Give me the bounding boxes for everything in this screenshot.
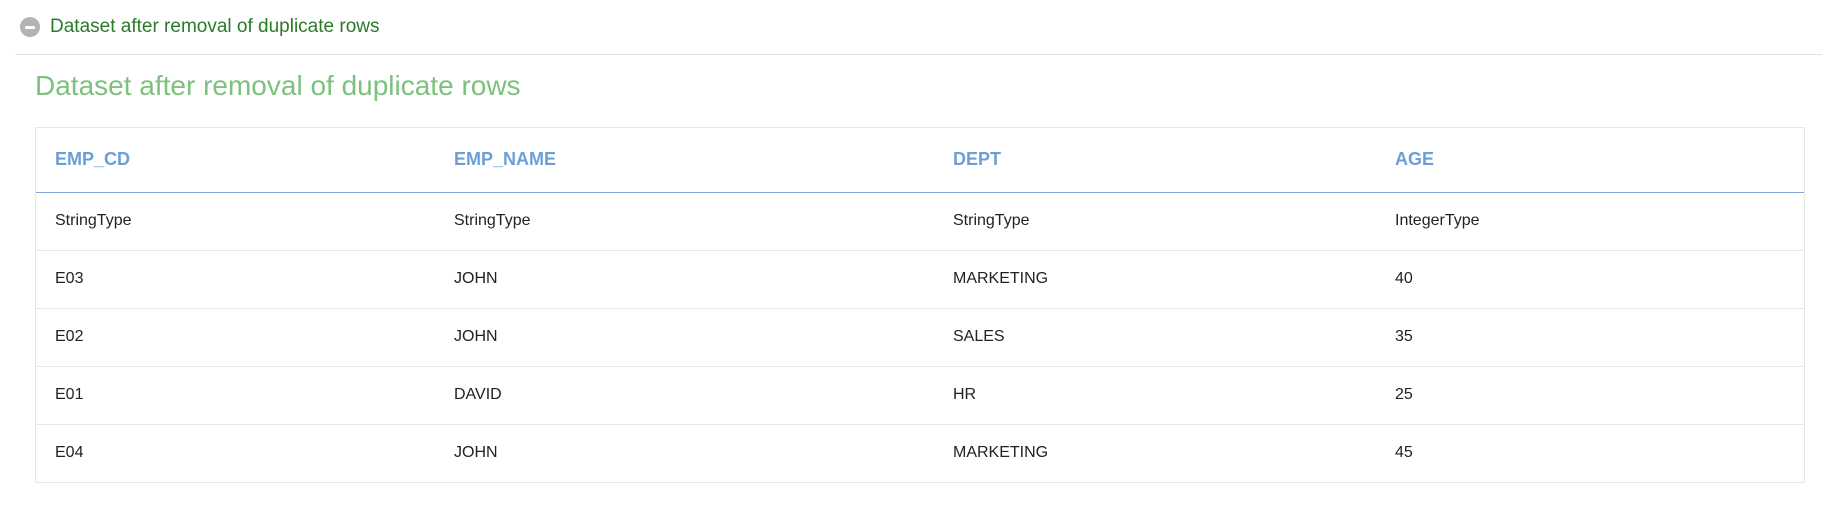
table-cell: SALES [934,308,1376,367]
table-cell: MARKETING [953,444,1049,462]
section-header-label[interactable]: Dataset after removal of duplicate rows [50,16,380,38]
minus-bar [25,25,35,29]
dataset-table-container: EMP_CD EMP_NAME DEPT AGE StringType Stri… [35,127,1805,483]
type-cell: IntegerType [1376,192,1804,251]
table-header-row: EMP_CD EMP_NAME DEPT AGE [36,128,1804,193]
table-cell: HR [934,366,1376,425]
table-cell: E03 [36,250,435,309]
table-row: E04 JOHN MARKETING 45 [36,424,1804,482]
table-cell: E02 [36,308,435,367]
table-cell: E01 [36,366,435,425]
panel-title: Dataset after removal of duplicate rows [35,70,521,101]
table-cell: MARKETING [934,250,1376,309]
table-cell: JOHN [435,250,934,309]
table-cell: 45 [1395,444,1413,462]
collapsible-section-header[interactable]: Dataset after removal of duplicate rows [15,0,1822,55]
table-cell: E04 [55,444,84,462]
column-header-dept: DEPT [934,128,1376,193]
table-row: E02 JOHN SALES 35 [36,308,1804,367]
table-cell: 40 [1376,250,1804,309]
type-cell: StringType [435,192,934,251]
table-cell: 25 [1376,366,1804,425]
minus-circle-icon[interactable] [20,17,40,37]
table-cell: DAVID [435,366,934,425]
table-row: E01 DAVID HR 25 [36,366,1804,425]
table-cell: JOHN [435,308,934,367]
table-type-row: StringType StringType StringType Integer… [36,192,1804,251]
type-cell: StringType [934,192,1376,251]
column-header-emp-cd: EMP_CD [36,128,435,193]
table-cell: JOHN [454,444,498,462]
dataset-table: EMP_CD EMP_NAME DEPT AGE StringType Stri… [36,128,1804,482]
table-cell: 35 [1376,308,1804,367]
type-cell: StringType [36,192,435,251]
table-row: E03 JOHN MARKETING 40 [36,250,1804,309]
column-header-age: AGE [1376,128,1804,193]
column-header-emp-name: EMP_NAME [435,128,934,193]
